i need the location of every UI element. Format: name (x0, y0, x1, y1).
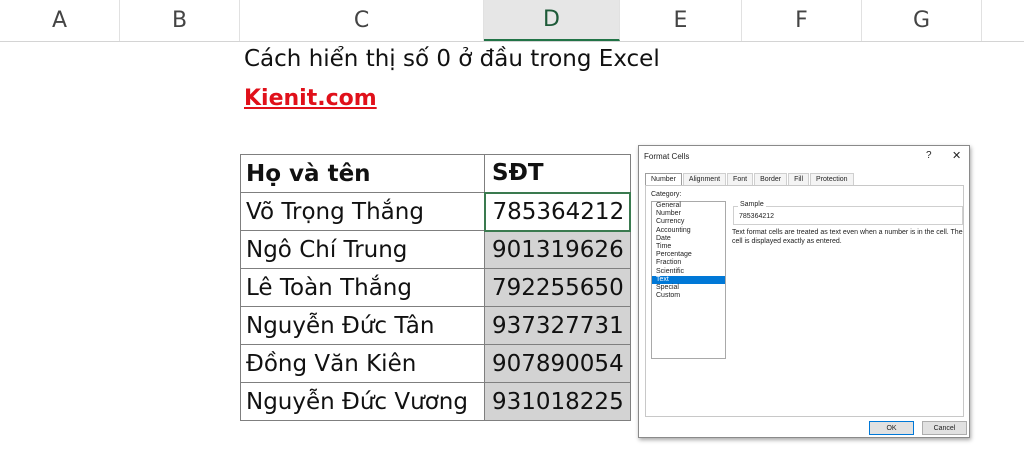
phone-cell[interactable]: 907890054 (484, 344, 631, 383)
phone-cell[interactable]: 937327731 (484, 306, 631, 345)
cancel-button[interactable]: Cancel (922, 421, 967, 435)
sheet-link[interactable]: Kienit.com (244, 86, 377, 111)
tab-fill[interactable]: Fill (788, 173, 810, 185)
column-header-a[interactable]: A (0, 0, 120, 41)
name-cell[interactable]: Võ Trọng Thắng (240, 192, 485, 231)
phone-cell[interactable]: 901319626 (484, 230, 631, 269)
column-header-c[interactable]: C (240, 0, 484, 41)
category-item-date[interactable]: Date (652, 235, 725, 243)
category-item-currency[interactable]: Currency (652, 218, 725, 226)
category-item-number[interactable]: Number (652, 210, 725, 218)
table-header-row: Họ và tên SĐT (240, 154, 631, 193)
column-header-next[interactable] (982, 0, 1024, 41)
category-item-percentage[interactable]: Percentage (652, 251, 725, 259)
category-item-general[interactable]: General (652, 202, 725, 210)
column-header-strip: A B C D E F G (0, 0, 1024, 42)
category-item-scientific[interactable]: Scientific (652, 268, 725, 276)
sample-label: Sample (738, 201, 766, 208)
category-item-fraction[interactable]: Fraction (652, 259, 725, 267)
close-icon[interactable]: ✕ (952, 149, 961, 162)
header-name-cell[interactable]: Họ và tên (240, 154, 485, 193)
category-label: Category: (651, 191, 682, 198)
phone-cell[interactable]: 792255650 (484, 268, 631, 307)
phone-cell[interactable]: 931018225 (484, 382, 631, 421)
sample-value: 785364212 (739, 213, 775, 220)
table-row: Nguyễn Đức Vương 931018225 (240, 382, 631, 421)
tab-protection[interactable]: Protection (810, 173, 854, 185)
number-tab-panel: Category: General Number Currency Accoun… (645, 185, 964, 417)
category-item-accounting[interactable]: Accounting (652, 227, 725, 235)
category-item-special[interactable]: Special (652, 284, 725, 292)
column-header-b[interactable]: B (120, 0, 240, 41)
help-icon[interactable]: ? (926, 150, 932, 161)
dialog-titlebar[interactable]: Format Cells ? ✕ (639, 146, 969, 168)
name-cell[interactable]: Ngô Chí Trung (240, 230, 485, 269)
tab-border[interactable]: Border (754, 173, 788, 185)
name-cell[interactable]: Nguyễn Đức Tân (240, 306, 485, 345)
tab-alignment[interactable]: Alignment (682, 173, 727, 185)
table-row: Võ Trọng Thắng 785364212 (240, 191, 632, 232)
ok-button[interactable]: OK (869, 421, 914, 435)
tab-font[interactable]: Font (727, 173, 754, 185)
table-row: Ngô Chí Trung 901319626 (240, 230, 631, 269)
category-item-text[interactable]: Text (652, 275, 725, 284)
header-phone-cell[interactable]: SĐT (484, 154, 631, 193)
sample-group: Sample 785364212 (733, 201, 963, 225)
format-description: Text format cells are treated as text ev… (732, 229, 963, 245)
name-cell[interactable]: Lê Toàn Thắng (240, 268, 485, 307)
data-table: Họ và tên SĐT Võ Trọng Thắng 785364212 N… (240, 154, 632, 421)
sheet-title[interactable]: Cách hiển thị số 0 ở đầu trong Excel (244, 46, 660, 72)
table-row: Đồng Văn Kiên 907890054 (240, 344, 631, 383)
name-cell[interactable]: Nguyễn Đức Vương (240, 382, 485, 421)
dialog-title: Format Cells (644, 152, 690, 161)
name-cell[interactable]: Đồng Văn Kiên (240, 344, 485, 383)
table-row: Lê Toàn Thắng 792255650 (240, 268, 631, 307)
category-item-time[interactable]: Time (652, 243, 725, 251)
format-cells-dialog: Format Cells ? ✕ Number Alignment Font B… (638, 145, 970, 438)
column-header-f[interactable]: F (742, 0, 862, 41)
table-row: Nguyễn Đức Tân 937327731 (240, 306, 631, 345)
category-list[interactable]: General Number Currency Accounting Date … (651, 201, 726, 359)
column-header-g[interactable]: G (862, 0, 982, 41)
phone-cell-active[interactable]: 785364212 (483, 191, 632, 232)
category-item-custom[interactable]: Custom (652, 292, 725, 300)
column-header-e[interactable]: E (620, 0, 742, 41)
column-header-d[interactable]: D (484, 0, 620, 41)
